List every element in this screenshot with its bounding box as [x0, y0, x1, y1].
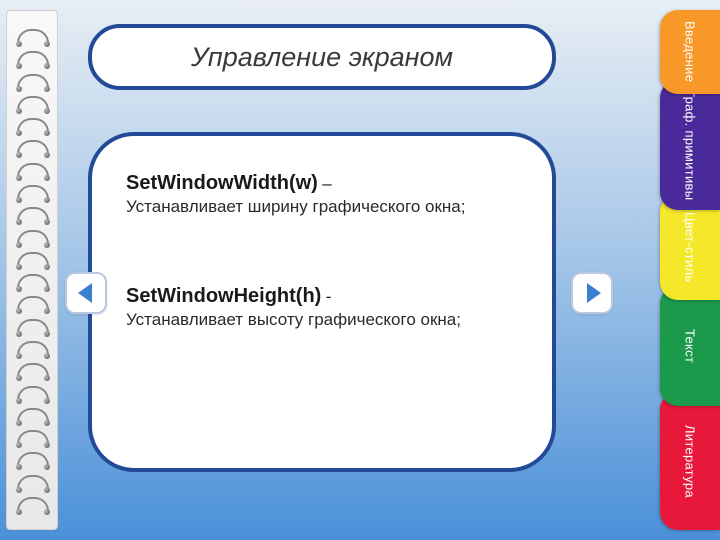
- tab-text[interactable]: Текст: [660, 286, 720, 406]
- chevron-left-icon: [78, 283, 92, 303]
- spiral-ring: [17, 319, 49, 333]
- tab-literature[interactable]: Литература: [660, 392, 720, 530]
- tab-label: Цвет-стиль: [683, 212, 698, 283]
- function-name: SetWindowHeight(h): [126, 285, 321, 307]
- separator: –: [322, 174, 331, 193]
- spiral-ring: [17, 51, 49, 65]
- separator: -: [326, 287, 332, 306]
- spiral-binding: [6, 10, 58, 530]
- function-name: SetWindowWidth(w): [126, 172, 318, 194]
- tab-label: Литература: [683, 425, 698, 498]
- spiral-ring: [17, 341, 49, 355]
- spiral-ring: [17, 475, 49, 489]
- spiral-ring: [17, 363, 49, 377]
- spiral-ring: [17, 252, 49, 266]
- function-item: SetWindowWidth(w) – Устанавливает ширину…: [126, 172, 518, 217]
- function-item: SetWindowHeight(h) - Устанавливает высот…: [126, 285, 518, 330]
- next-button[interactable]: [571, 272, 613, 314]
- function-description: Устанавливает высоту графического окна;: [126, 310, 518, 330]
- spiral-ring: [17, 497, 49, 511]
- tab-label: Введение: [683, 21, 698, 82]
- spiral-ring: [17, 430, 49, 444]
- function-description: Устанавливает ширину графического окна;: [126, 197, 518, 217]
- tab-intro[interactable]: Введение: [660, 10, 720, 94]
- spiral-ring: [17, 452, 49, 466]
- tab-label: Граф. примитивы: [683, 90, 698, 200]
- spiral-ring: [17, 118, 49, 132]
- spiral-ring: [17, 207, 49, 221]
- spiral-ring: [17, 185, 49, 199]
- content-card: SetWindowWidth(w) – Устанавливает ширину…: [88, 132, 556, 472]
- spiral-ring: [17, 296, 49, 310]
- spiral-ring: [17, 163, 49, 177]
- page-title: Управление экраном: [191, 42, 453, 73]
- prev-button[interactable]: [65, 272, 107, 314]
- title-card: Управление экраном: [88, 24, 556, 90]
- spiral-ring: [17, 230, 49, 244]
- spiral-ring: [17, 140, 49, 154]
- spiral-ring: [17, 29, 49, 43]
- tab-primitives[interactable]: Граф. примитивы: [660, 80, 720, 210]
- side-tabs: Введение Граф. примитивы Цвет-стиль Текс…: [650, 8, 720, 532]
- chevron-right-icon: [587, 283, 601, 303]
- spiral-ring: [17, 74, 49, 88]
- spiral-ring: [17, 408, 49, 422]
- spiral-ring: [17, 274, 49, 288]
- tab-label: Текст: [683, 329, 698, 363]
- spiral-ring: [17, 96, 49, 110]
- spiral-ring: [17, 386, 49, 400]
